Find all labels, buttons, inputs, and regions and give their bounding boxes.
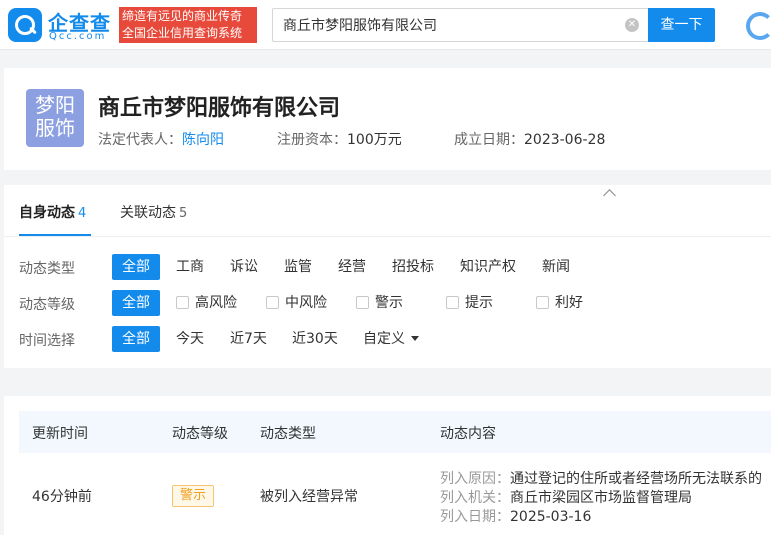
- level-warning-label: 警示: [375, 295, 403, 311]
- founded-label: 成立日期：: [454, 132, 524, 148]
- caret-down-icon: [411, 336, 419, 341]
- qcc-logo[interactable]: 企查查 Qcc.com: [8, 8, 116, 42]
- detail-date: 列入日期：2025-03-16: [440, 506, 591, 526]
- legal-rep-link[interactable]: 陈向阳: [182, 132, 224, 148]
- level-option-all[interactable]: 全部: [112, 290, 160, 316]
- detail-authority-key: 列入机关：: [440, 490, 510, 506]
- checkbox-icon: [356, 296, 369, 309]
- time-option-today[interactable]: 今天: [176, 326, 204, 352]
- capital-label: 注册资本：: [277, 132, 347, 148]
- legal-rep-label: 法定代表人：: [98, 132, 182, 148]
- search-button[interactable]: 查一下: [648, 8, 715, 42]
- founded-date: 成立日期：2023-06-28: [454, 129, 605, 149]
- time-option-custom[interactable]: 自定义: [363, 326, 419, 352]
- level-option-medium-risk[interactable]: 中风险: [266, 290, 327, 316]
- filter-row-time: 时间选择 全部 今天 近7天 近30天 自定义: [4, 326, 771, 352]
- collapse-filters-button[interactable]: [572, 185, 650, 207]
- dynamics-tabs: 自身动态 4 关联动态 5: [4, 185, 771, 237]
- level-medium-risk-label: 中风险: [285, 295, 327, 311]
- header-level: 动态等级: [172, 426, 228, 442]
- active-tab-indicator: [19, 234, 91, 236]
- slogan-line-2: 全国企业信用查询系统: [122, 26, 243, 40]
- logo-domain: Qcc.com: [49, 31, 107, 42]
- header-type: 动态类型: [260, 426, 316, 442]
- checkbox-icon: [266, 296, 279, 309]
- level-option-warning[interactable]: 警示: [356, 290, 403, 316]
- detail-authority-value: 商丘市梁园区市场监督管理局: [510, 490, 692, 506]
- founded-value: 2023-06-28: [524, 132, 606, 148]
- table-header: 更新时间 动态等级 动态类型 动态内容: [19, 411, 771, 453]
- tab-self-label: 自身动态: [19, 205, 75, 221]
- company-name[interactable]: 商丘市梦阳服饰有限公司: [98, 90, 340, 122]
- registered-capital: 注册资本：100万元: [277, 129, 402, 149]
- row-type: 被列入经营异常: [260, 489, 358, 505]
- header-update-time: 更新时间: [32, 426, 88, 442]
- magnifier-logo-icon: [8, 8, 42, 42]
- checkbox-icon: [536, 296, 549, 309]
- slogan-line-1: 缔造有远见的商业传奇: [122, 9, 243, 23]
- app-download-icon[interactable]: [746, 12, 771, 40]
- time-option-7days[interactable]: 近7天: [230, 326, 267, 352]
- time-custom-label: 自定义: [363, 331, 405, 347]
- detail-authority: 列入机关：商丘市梁园区市场监督管理局: [440, 487, 692, 507]
- type-option-litigation[interactable]: 诉讼: [230, 254, 258, 280]
- legal-representative: 法定代表人：陈向阳: [98, 129, 224, 149]
- capital-value: 100万元: [347, 132, 402, 148]
- company-logo-line-2: 服饰: [35, 116, 75, 140]
- level-option-high-risk[interactable]: 高风险: [176, 290, 237, 316]
- tab-related-dynamics[interactable]: 关联动态 5: [120, 202, 187, 222]
- dynamics-panel: 自身动态 4 关联动态 5 动态类型 全部 工商 诉讼 监管 经营 招投标 知识产权…: [4, 185, 771, 368]
- type-option-ip[interactable]: 知识产权: [460, 254, 516, 280]
- detail-reason-key: 列入原因：: [440, 471, 510, 487]
- search-input[interactable]: [283, 9, 623, 41]
- tab-related-label: 关联动态: [120, 205, 176, 221]
- level-option-positive[interactable]: 利好: [536, 290, 583, 316]
- type-option-news[interactable]: 新闻: [542, 254, 570, 280]
- slogan-banner: 缔造有远见的商业传奇 全国企业信用查询系统: [119, 7, 257, 43]
- detail-date-value: 2025-03-16: [510, 509, 592, 525]
- header-content: 动态内容: [440, 426, 496, 442]
- tab-related-count: 5: [179, 206, 188, 221]
- level-badge: 警示: [172, 485, 214, 507]
- detail-reason-value: 通过登记的住所或者经营场所无法联系的: [510, 471, 762, 487]
- row-update-time: 46分钟前: [32, 489, 92, 505]
- level-positive-label: 利好: [555, 295, 583, 311]
- dynamics-table: 更新时间 动态等级 动态类型 动态内容 46分钟前 警示 被列入经营异常 列入原…: [4, 396, 771, 535]
- type-option-business[interactable]: 工商: [176, 254, 204, 280]
- chevron-up-icon: [603, 189, 616, 202]
- company-logo: 梦阳 服饰: [26, 89, 84, 147]
- clear-icon[interactable]: ✕: [625, 18, 639, 32]
- level-notice-label: 提示: [465, 295, 493, 311]
- checkbox-icon: [176, 296, 189, 309]
- filter-row-level: 动态等级 全部 高风险 中风险 警示 提示 利好: [4, 290, 771, 316]
- filter-row-type: 动态类型 全部 工商 诉讼 监管 经营 招投标 知识产权 新闻: [4, 254, 771, 280]
- type-option-operation[interactable]: 经营: [338, 254, 366, 280]
- filter-time-label: 时间选择: [19, 333, 75, 349]
- tab-self-dynamics[interactable]: 自身动态 4: [19, 202, 86, 222]
- type-option-bidding[interactable]: 招投标: [392, 254, 434, 280]
- checkbox-icon: [446, 296, 459, 309]
- detail-reason: 列入原因：通过登记的住所或者经营场所无法联系的: [440, 468, 762, 488]
- type-option-all[interactable]: 全部: [112, 254, 160, 280]
- top-header: 企查查 Qcc.com 缔造有远见的商业传奇 全国企业信用查询系统 ✕ 查一下: [0, 0, 771, 50]
- detail-date-key: 列入日期：: [440, 509, 510, 525]
- company-logo-line-1: 梦阳: [35, 93, 75, 117]
- time-option-30days[interactable]: 近30天: [292, 326, 338, 352]
- search-box: ✕: [272, 8, 648, 42]
- company-card: 梦阳 服饰 商丘市梦阳服饰有限公司 法定代表人：陈向阳 注册资本：100万元 成…: [4, 68, 771, 170]
- tab-self-count: 4: [78, 206, 87, 221]
- level-high-risk-label: 高风险: [195, 295, 237, 311]
- filter-type-label: 动态类型: [19, 261, 75, 277]
- level-option-notice[interactable]: 提示: [446, 290, 493, 316]
- filter-level-label: 动态等级: [19, 297, 75, 313]
- time-option-all[interactable]: 全部: [112, 326, 160, 352]
- type-option-regulation[interactable]: 监管: [284, 254, 312, 280]
